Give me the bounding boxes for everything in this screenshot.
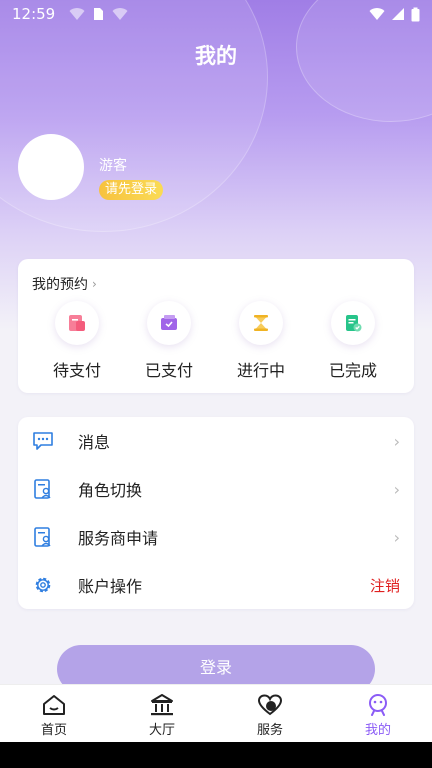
chevron-right-icon: › [393, 431, 400, 451]
menu-item-label: 消息 [78, 433, 111, 452]
sim-card-icon [94, 8, 104, 20]
booking-pending-payment[interactable]: 待支付 [31, 301, 123, 381]
completed-doc-icon [331, 301, 375, 345]
tab-label: 首页 [40, 723, 67, 738]
chevron-right-icon: › [393, 527, 400, 547]
heart-icon [257, 694, 283, 716]
menu-item-messages[interactable]: 消息 › [18, 417, 414, 465]
wifi-question-icon [69, 8, 85, 20]
menu-item-account-actions: 账户操作 注销 [18, 561, 414, 609]
booking-label: 进行中 [236, 361, 285, 380]
bottom-tab-bar: 首页 大厅 服务 我的 [0, 684, 432, 742]
menu-item-provider-apply[interactable]: 服务商申请 › [18, 513, 414, 561]
menu-item-label: 服务商申请 [78, 529, 159, 548]
my-booking-title: 我的预约 [32, 277, 88, 293]
tab-label: 我的 [364, 723, 391, 738]
chevron-right-icon: › [393, 479, 400, 499]
message-icon [32, 430, 54, 452]
tab-label: 大厅 [148, 723, 175, 738]
avatar[interactable] [18, 134, 84, 200]
booking-label: 已完成 [328, 361, 377, 380]
wifi-question-icon [112, 8, 128, 20]
menu-item-label: 账户操作 [78, 577, 143, 596]
status-bar: 12:59 [0, 0, 432, 28]
booking-in-progress[interactable]: 进行中 [215, 301, 307, 381]
provider-apply-icon [32, 526, 54, 548]
my-booking-card: 我的预约 › 待支付 已支付 进行中 已完成 [18, 259, 414, 393]
battery-icon [411, 7, 420, 21]
page-title: 我的 [195, 44, 237, 68]
tab-home[interactable]: 首页 [0, 685, 108, 742]
booking-label: 已支付 [144, 361, 193, 380]
home-icon [43, 695, 65, 715]
logout-link[interactable]: 注销 [370, 575, 400, 596]
wifi-icon [369, 8, 385, 20]
menu-item-label: 角色切换 [78, 481, 143, 500]
tab-profile[interactable]: 我的 [324, 685, 432, 742]
signal-icon [392, 8, 404, 20]
gear-icon [32, 574, 54, 596]
menu-item-role-switch[interactable]: 角色切换 › [18, 465, 414, 513]
role-switch-icon [32, 478, 54, 500]
login-prompt-badge[interactable]: 请先登录 [99, 180, 164, 200]
hourglass-icon [239, 301, 283, 345]
hall-icon [151, 694, 173, 716]
system-navigation-bar [0, 742, 432, 768]
tab-hall[interactable]: 大厅 [108, 685, 216, 742]
pending-payment-icon [55, 301, 99, 345]
user-name: 游客 [99, 158, 127, 174]
tab-label: 服务 [256, 723, 283, 738]
paid-wallet-icon [147, 301, 191, 345]
my-booking-header[interactable]: 我的预约 › [32, 274, 97, 294]
chevron-right-icon: › [92, 277, 97, 291]
booking-label: 待支付 [52, 361, 101, 380]
status-time: 12:59 [12, 5, 56, 23]
settings-menu-card: 消息 › 角色切换 › 服务商申请 › 账户操作 注销 [18, 417, 414, 609]
booking-paid[interactable]: 已支付 [123, 301, 215, 381]
booking-completed[interactable]: 已完成 [307, 301, 399, 381]
tab-service[interactable]: 服务 [216, 685, 324, 742]
profile-icon [369, 694, 387, 716]
